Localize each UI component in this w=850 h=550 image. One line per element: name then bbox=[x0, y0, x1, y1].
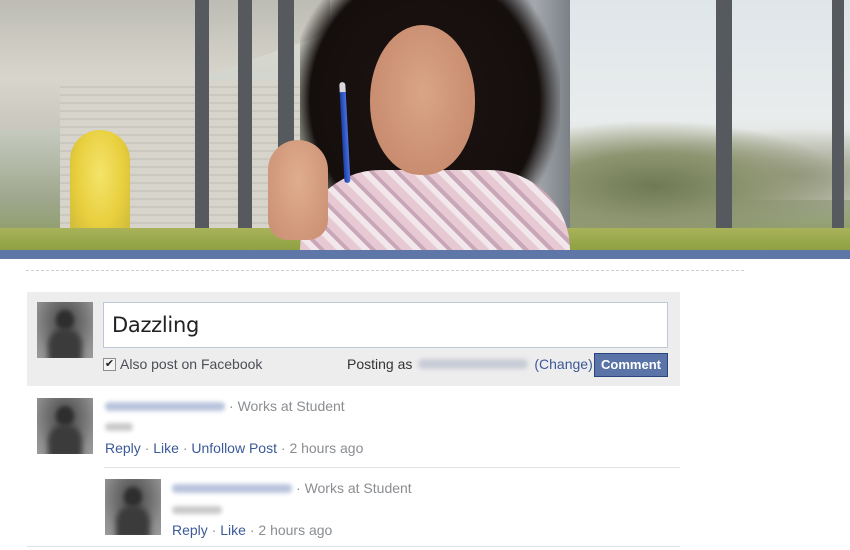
avatar bbox=[37, 398, 93, 454]
also-post-facebook[interactable]: ✔ Also post on Facebook bbox=[103, 356, 262, 372]
blurred-user-name bbox=[418, 359, 529, 369]
comment-item: · Works at Student Reply · Like · Unfoll… bbox=[27, 396, 680, 468]
comment-timestamp: 2 hours ago bbox=[258, 522, 333, 538]
reply-link[interactable]: Reply bbox=[172, 522, 208, 538]
hero-column bbox=[238, 0, 252, 250]
avatar bbox=[105, 479, 161, 535]
hero-window-frame bbox=[716, 0, 732, 250]
hero-person-hand bbox=[268, 140, 328, 240]
comment-composer: Dazzling ✔ Also post on Facebook Posting… bbox=[27, 292, 680, 386]
hero-trees bbox=[570, 120, 850, 230]
commenter-name[interactable] bbox=[172, 483, 292, 493]
comment-text bbox=[172, 506, 222, 514]
comment-input[interactable]: Dazzling bbox=[103, 302, 668, 348]
comment-button[interactable]: Comment bbox=[594, 353, 668, 377]
comment-meta: · Works at Student bbox=[172, 480, 412, 496]
comment-actions: Reply · Like · 2 hours ago bbox=[172, 522, 333, 538]
hero-window-frame bbox=[832, 0, 844, 250]
comment-actions: Reply · Like · Unfollow Post · 2 hours a… bbox=[105, 440, 364, 456]
comment-meta: · Works at Student bbox=[105, 398, 345, 414]
commenter-name[interactable] bbox=[105, 401, 225, 411]
like-link[interactable]: Like bbox=[220, 522, 246, 538]
header-band bbox=[0, 250, 850, 259]
avatar bbox=[37, 302, 93, 358]
reply-link[interactable]: Reply bbox=[105, 440, 141, 456]
hero-photo bbox=[0, 0, 850, 250]
hero-umbrella bbox=[70, 130, 130, 240]
posting-as: Posting as (Change) bbox=[347, 356, 593, 372]
unfollow-post-link[interactable]: Unfollow Post bbox=[191, 440, 277, 456]
hero-person-face bbox=[370, 25, 475, 175]
comment-timestamp: 2 hours ago bbox=[289, 440, 364, 456]
posting-as-label: Posting as bbox=[347, 356, 413, 372]
dashed-divider bbox=[26, 270, 744, 271]
commenter-affiliation: Works at Student bbox=[237, 398, 345, 414]
reply-item: · Works at Student Reply · Like · 2 hour… bbox=[104, 478, 680, 542]
reply-divider bbox=[104, 467, 680, 468]
comment-text bbox=[105, 423, 133, 431]
checkmark-icon: ✔ bbox=[104, 357, 115, 370]
hero-person-shirt bbox=[300, 170, 570, 250]
also-post-label: Also post on Facebook bbox=[120, 356, 263, 372]
thread-divider bbox=[27, 546, 680, 547]
hero-column bbox=[195, 0, 209, 250]
like-link[interactable]: Like bbox=[153, 440, 179, 456]
commenter-affiliation: Works at Student bbox=[304, 480, 412, 496]
checkbox[interactable]: ✔ bbox=[103, 357, 116, 371]
change-link[interactable]: (Change) bbox=[534, 356, 592, 372]
